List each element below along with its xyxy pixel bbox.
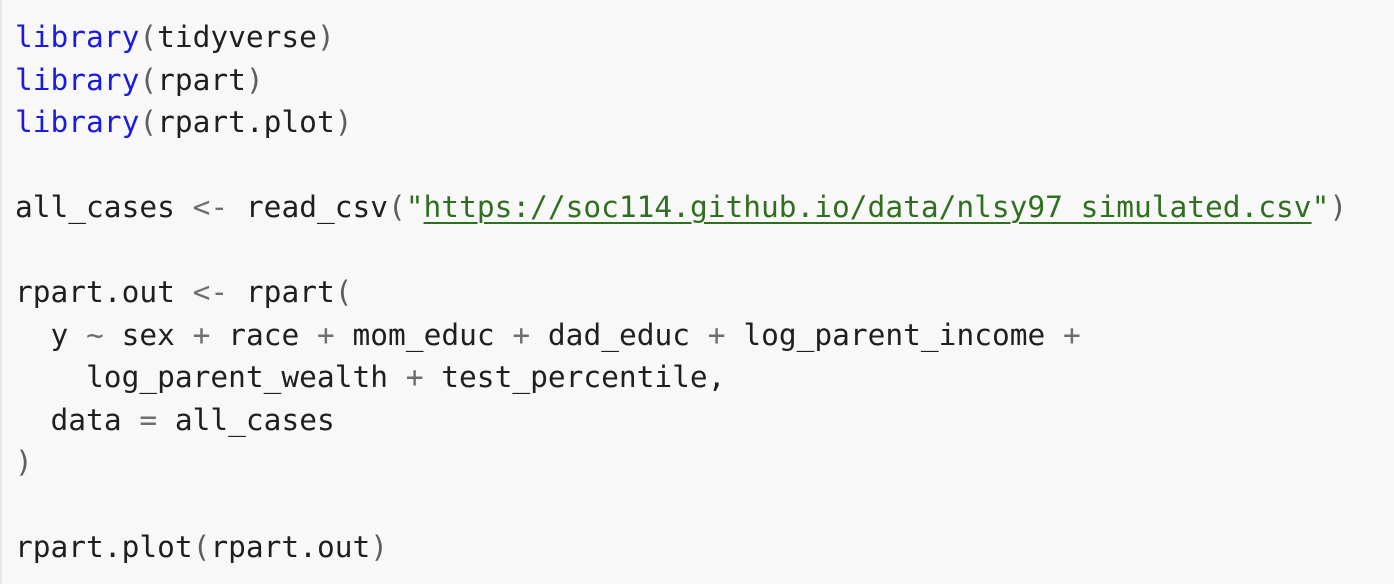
paren-open: ( (192, 530, 211, 564)
code-line-2: library(rpart) (15, 59, 1347, 102)
paren-close: ) (245, 62, 264, 97)
paren-close: ) (15, 445, 33, 479)
formula-response: y (50, 317, 69, 352)
code-line-1: library(tidyverse) (15, 16, 1347, 59)
variable-name: all_cases (15, 190, 175, 224)
code-line-13: rpart.plot(rpart.out) (15, 526, 1347, 569)
code-block: library(tidyverse) library(rpart) library(… (0, 0, 1394, 584)
code-text: library(tidyverse) library(rpart) library(… (15, 16, 1347, 569)
argument-name: data (50, 402, 122, 437)
plus-operator: + (192, 317, 211, 352)
code-line-12-blank (15, 484, 1347, 527)
formula-term: log_parent_wealth (86, 360, 388, 394)
paren-close: ) (334, 105, 353, 139)
argument: rpart (157, 62, 246, 97)
code-line-9: log_parent_wealth + test_percentile, (15, 356, 1347, 399)
code-line-6-blank (15, 229, 1347, 272)
function-name: rpart (245, 275, 335, 309)
paren-open: ( (139, 105, 158, 139)
function-name: library (15, 20, 140, 54)
plus-operator: + (1063, 317, 1081, 352)
formula-term: dad_educ (547, 317, 691, 352)
function-name: library (15, 62, 140, 97)
assign-operator: <- (192, 190, 229, 224)
code-line-10: data = all_cases (15, 399, 1347, 442)
formula-term: race (228, 317, 300, 352)
function-name: rpart.plot (15, 530, 193, 564)
quote-close: " (1311, 190, 1330, 224)
paren-close: ) (1329, 190, 1348, 224)
formula-term: sex (121, 317, 175, 352)
formula-term: mom_educ (352, 317, 495, 352)
code-line-5: all_cases <- read_csv("https://soc114.gi… (15, 186, 1347, 229)
paren-open: ( (388, 190, 406, 224)
formula-term: log_parent_income (743, 317, 1046, 352)
plus-operator: + (317, 317, 335, 352)
quote-open: " (405, 190, 424, 224)
plus-operator: + (707, 317, 726, 352)
paren-open: ( (334, 275, 353, 309)
code-line-7: rpart.out <- rpart( (15, 271, 1347, 314)
paren-close: ) (316, 20, 335, 54)
tilde-operator: ~ (86, 317, 104, 352)
argument-value: all_cases (174, 402, 335, 437)
formula-term: test_percentile (441, 360, 708, 394)
code-line-4-blank (15, 144, 1347, 187)
plus-operator: + (405, 360, 424, 394)
function-name: read_csv (245, 190, 389, 224)
code-line-3: library(rpart.plot) (15, 101, 1347, 144)
assign-operator: <- (192, 275, 229, 309)
csv-url-link[interactable]: https://soc114.github.io/data/nlsy97_sim… (424, 190, 1312, 224)
equals-operator: = (139, 402, 158, 437)
function-name: library (15, 105, 140, 139)
variable-name: rpart.out (15, 275, 175, 309)
argument: rpart.plot (157, 105, 335, 139)
paren-open: ( (139, 62, 158, 97)
code-line-11: ) (15, 441, 1347, 484)
comma: , (707, 360, 726, 394)
argument: rpart.out (210, 530, 371, 564)
paren-open: ( (139, 20, 158, 54)
plus-operator: + (512, 317, 531, 352)
code-line-8: y ~ sex + race + mom_educ + dad_educ + l… (15, 314, 1347, 357)
paren-close: ) (370, 530, 388, 564)
argument: tidyverse (157, 20, 317, 54)
